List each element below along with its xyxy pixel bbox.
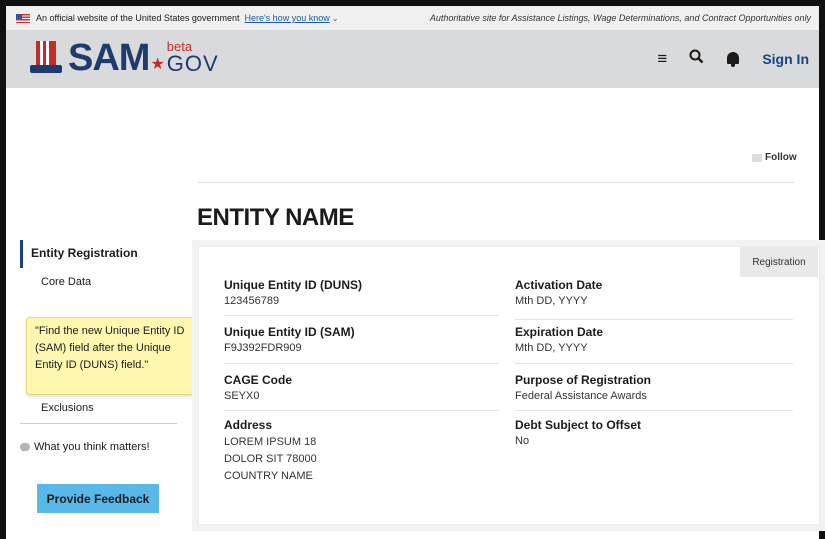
speech-bubble-icon xyxy=(20,443,30,452)
sidebar-item-core-data[interactable]: Core Data xyxy=(20,268,190,288)
uncle-sam-hat-icon xyxy=(30,39,62,75)
field-value: 123456789 xyxy=(224,295,280,307)
chevron-down-icon[interactable]: ⌄ xyxy=(332,14,339,23)
sam-logo[interactable]: SAM ★ beta GOV xyxy=(30,37,219,79)
search-icon[interactable] xyxy=(689,49,704,69)
field-value: F9J392FDR909 xyxy=(224,342,302,354)
field-label: Debt Subject to Offset xyxy=(515,418,642,432)
field-purpose: Purpose of Registration Federal Assistan… xyxy=(515,373,651,403)
feedback-prompt: What you think matters! xyxy=(20,441,150,453)
field-sam-id: Unique Entity ID (SAM) F9J392FDR909 xyxy=(224,325,355,355)
field-cage-code: CAGE Code SEYX0 xyxy=(224,373,292,403)
field-expiration-date: Expiration Date Mth DD, YYYY xyxy=(515,325,603,355)
follow-checkbox-icon[interactable] xyxy=(752,153,762,162)
field-value: Federal Assistance Awards xyxy=(515,390,647,402)
divider xyxy=(224,315,499,316)
logo-gov-text: GOV xyxy=(166,51,219,76)
field-value: SEYX0 xyxy=(224,390,260,402)
address-line: LOREM IPSUM 18 xyxy=(224,436,317,448)
field-debt-offset: Debt Subject to Offset No xyxy=(515,418,641,448)
tab-registration[interactable]: Registration xyxy=(740,247,818,277)
field-label: Unique Entity ID (SAM) xyxy=(224,325,355,339)
field-label: Purpose of Registration xyxy=(515,373,652,387)
field-value: No xyxy=(515,435,530,447)
provide-feedback-button[interactable]: Provide Feedback xyxy=(37,484,159,513)
divider xyxy=(515,363,793,364)
field-label: Expiration Date xyxy=(515,325,604,339)
authoritative-text: Authoritative site for Assistance Listin… xyxy=(429,13,811,23)
heres-how-you-know-link[interactable]: Here's how you know xyxy=(244,13,329,23)
callout-tooltip: "Find the new Unique Entity ID (SAM) fie… xyxy=(26,317,203,395)
field-label: Address xyxy=(224,418,273,432)
side-nav: Entity Registration Core Data xyxy=(20,240,190,288)
field-value: Mth DD, YYYY xyxy=(515,342,588,354)
divider xyxy=(224,363,499,364)
divider xyxy=(20,423,177,424)
sign-in-link[interactable]: Sign In xyxy=(762,51,809,67)
header-tools: ≡ Sign In xyxy=(657,30,809,88)
divider xyxy=(197,182,795,183)
logo-star-icon: ★ xyxy=(150,56,165,73)
page-title: ENTITY NAME xyxy=(197,204,354,231)
registration-card: Registration Unique Entity ID (DUNS) 123… xyxy=(198,246,820,525)
field-label: Unique Entity ID (DUNS) xyxy=(224,278,362,292)
bell-icon[interactable] xyxy=(726,51,740,67)
field-address: Address LOREM IPSUM 18 DOLOR SIT 78000 C… xyxy=(224,418,317,485)
menu-icon[interactable]: ≡ xyxy=(657,49,667,69)
follow-toggle[interactable]: Follow xyxy=(752,152,797,163)
logo-beta-gov: beta GOV xyxy=(167,40,219,75)
divider xyxy=(224,410,499,411)
gov-banner: An official website of the United States… xyxy=(6,6,819,30)
feedback-prompt-text: What you think matters! xyxy=(34,441,150,453)
field-label: Activation Date xyxy=(515,278,603,292)
address-line: DOLOR SIT 78000 xyxy=(224,453,317,465)
logo-sam-text: SAM xyxy=(68,37,150,79)
divider xyxy=(515,410,793,411)
site-header: SAM ★ beta GOV ≡ Sign In xyxy=(6,30,819,88)
address-line: COUNTRY NAME xyxy=(224,470,313,482)
field-duns: Unique Entity ID (DUNS) 123456789 xyxy=(224,278,362,308)
field-label: CAGE Code xyxy=(224,373,293,387)
divider xyxy=(515,319,793,320)
field-value: Mth DD, YYYY xyxy=(515,295,588,307)
gov-banner-text: An official website of the United States… xyxy=(36,13,240,23)
field-activation-date: Activation Date Mth DD, YYYY xyxy=(515,278,602,308)
us-flag-icon xyxy=(16,13,30,23)
sidebar-item-exclusions[interactable]: Exclusions xyxy=(41,402,94,414)
follow-label[interactable]: Follow xyxy=(765,152,797,163)
sidebar-item-entity-registration[interactable]: Entity Registration xyxy=(20,240,190,268)
